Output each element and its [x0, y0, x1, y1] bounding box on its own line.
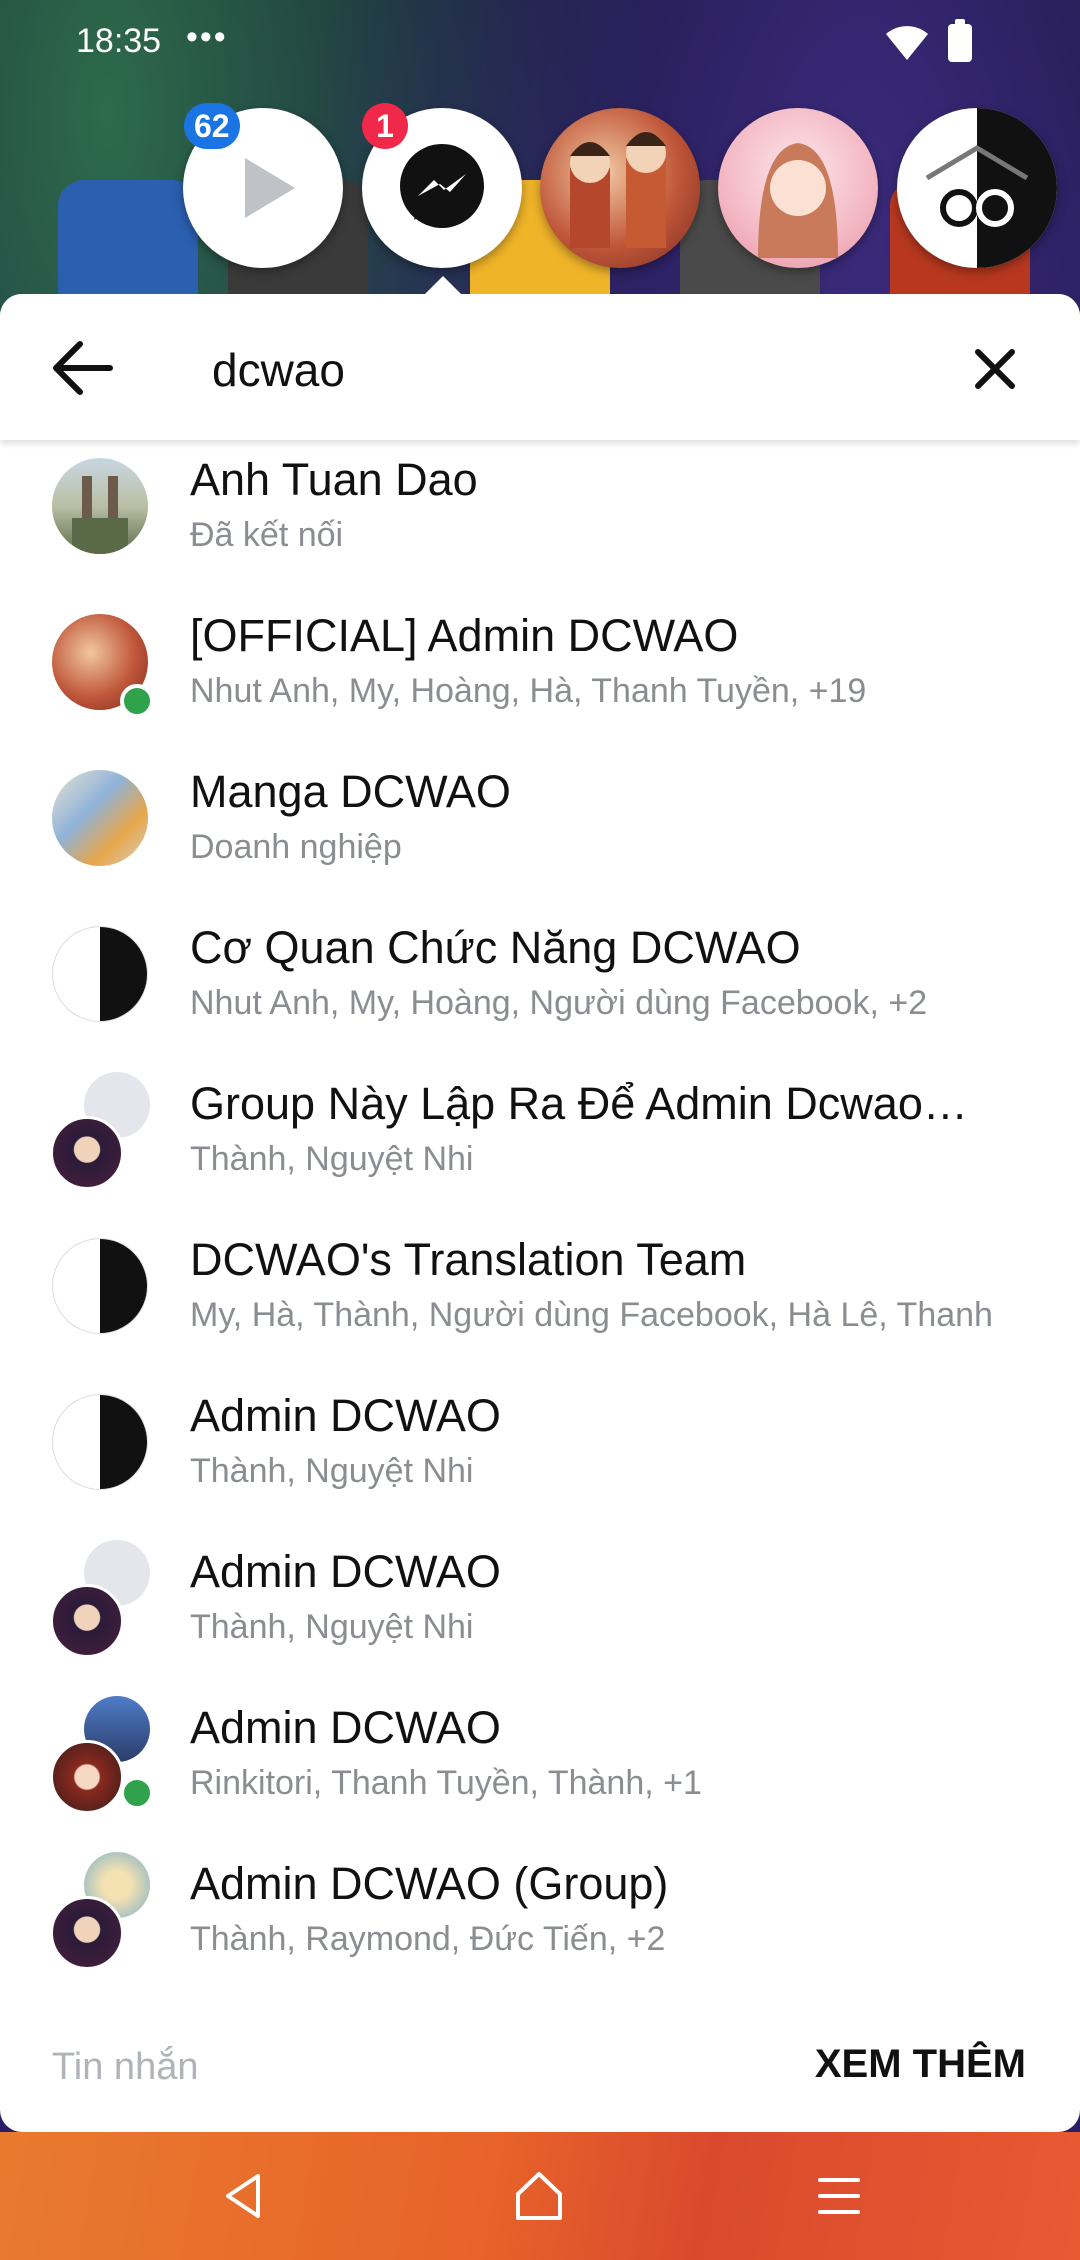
group-avatar-front [50, 1740, 124, 1814]
wifi-icon [886, 26, 928, 60]
list-item[interactable]: Group Này Lập Ra Để Admin Dcwao… Thành, … [0, 1064, 1080, 1220]
battery-icon [948, 19, 972, 62]
anime-avatar-icon [570, 132, 666, 248]
nav-menu-icon[interactable] [808, 2166, 870, 2226]
result-name: Cơ Quan Chức Năng DCWAO [190, 922, 801, 973]
result-subtitle: Thành, Raymond, Đức Tiến, +2 [190, 1920, 666, 1958]
result-subtitle: Thành, Nguyệt Nhi [190, 1140, 474, 1178]
result-name: Admin DCWAO (Group) [190, 1858, 669, 1909]
list-item[interactable]: DCWAO's Translation Team My, Hà, Thành, … [0, 1220, 1080, 1376]
result-name: Admin DCWAO [190, 1702, 501, 1753]
messages-section-label: Tin nhắn [52, 2046, 199, 2088]
anime-girl-avatar-icon [758, 143, 838, 258]
close-icon[interactable] [960, 334, 1030, 404]
result-subtitle: Rinkitori, Thanh Tuyền, Thành, +1 [190, 1764, 702, 1802]
nav-back-icon[interactable] [212, 2166, 274, 2226]
result-name: Anh Tuan Dao [190, 454, 478, 505]
result-name: [OFFICIAL] Admin DCWAO [190, 610, 739, 661]
search-panel: Anh Tuan Dao Đã kết nối [OFFICIAL] Admin… [0, 294, 1080, 2132]
nav-home-icon[interactable] [508, 2166, 570, 2226]
list-item[interactable]: Manga DCWAO Doanh nghiệp [0, 752, 1080, 908]
dcwao-chat-head[interactable] [897, 108, 1057, 268]
conan-chat-head[interactable] [540, 108, 700, 268]
dcwao-logo-icon [925, 108, 1057, 268]
result-name: Manga DCWAO [190, 766, 511, 817]
avatar [52, 926, 148, 1022]
list-item[interactable]: Admin DCWAO Thành, Nguyệt Nhi [0, 1532, 1080, 1688]
result-name: DCWAO's Translation Team [190, 1234, 747, 1285]
avatar [52, 1238, 148, 1334]
search-bar [0, 294, 1080, 440]
result-subtitle: Doanh nghiệp [190, 828, 402, 866]
anime-girl-chat-head[interactable] [718, 108, 878, 268]
result-name: Group Này Lập Ra Để Admin Dcwao… [190, 1078, 968, 1129]
list-item[interactable]: [OFFICIAL] Admin DCWAO Nhut Anh, My, Hoà… [0, 596, 1080, 752]
result-name: Admin DCWAO [190, 1390, 501, 1441]
search-input[interactable] [210, 334, 934, 406]
online-indicator [120, 684, 154, 718]
see-more-button[interactable]: XEM THÊM [815, 2042, 1026, 2087]
list-item[interactable]: Admin DCWAO (Group) Thành, Raymond, Đức … [0, 1844, 1080, 2000]
active-head-pointer [425, 276, 461, 294]
status-time: 18:35 [76, 22, 162, 60]
online-indicator [120, 1776, 154, 1810]
result-subtitle: Nhut Anh, My, Hoàng, Hà, Thanh Tuyền, +1… [190, 672, 867, 710]
avatar [52, 458, 148, 554]
list-item[interactable]: Admin DCWAO Rinkitori, Thanh Tuyền, Thàn… [0, 1688, 1080, 1844]
result-subtitle: My, Hà, Thành, Người dùng Facebook, Hà L… [190, 1296, 993, 1334]
avatar [52, 1394, 148, 1490]
result-subtitle: Thành, Nguyệt Nhi [190, 1608, 474, 1646]
list-item[interactable]: Cơ Quan Chức Năng DCWAO Nhut Anh, My, Ho… [0, 908, 1080, 1064]
result-subtitle: Nhut Anh, My, Hoàng, Người dùng Facebook… [190, 984, 928, 1022]
messenger-badge: 1 [362, 103, 408, 149]
group-avatar-front [50, 1584, 124, 1658]
result-name: Admin DCWAO [190, 1546, 501, 1597]
group-avatar-front [50, 1116, 124, 1190]
avatar [52, 770, 148, 866]
navigation-bar [0, 2132, 1080, 2260]
group-avatar-front [50, 1896, 124, 1970]
status-bar: 18:35 ••• [0, 0, 1080, 90]
result-subtitle: Thành, Nguyệt Nhi [190, 1452, 474, 1490]
building-icon [72, 476, 128, 554]
results-list: Anh Tuan Dao Đã kết nối [OFFICIAL] Admin… [0, 440, 1080, 2000]
status-more-dots: ••• [186, 18, 228, 56]
list-item[interactable]: Admin DCWAO Thành, Nguyệt Nhi [0, 1376, 1080, 1532]
list-item[interactable]: Anh Tuan Dao Đã kết nối [0, 440, 1080, 596]
back-arrow-icon[interactable] [40, 328, 128, 408]
result-subtitle: Đã kết nối [190, 516, 344, 554]
video-badge: 62 [184, 103, 240, 149]
